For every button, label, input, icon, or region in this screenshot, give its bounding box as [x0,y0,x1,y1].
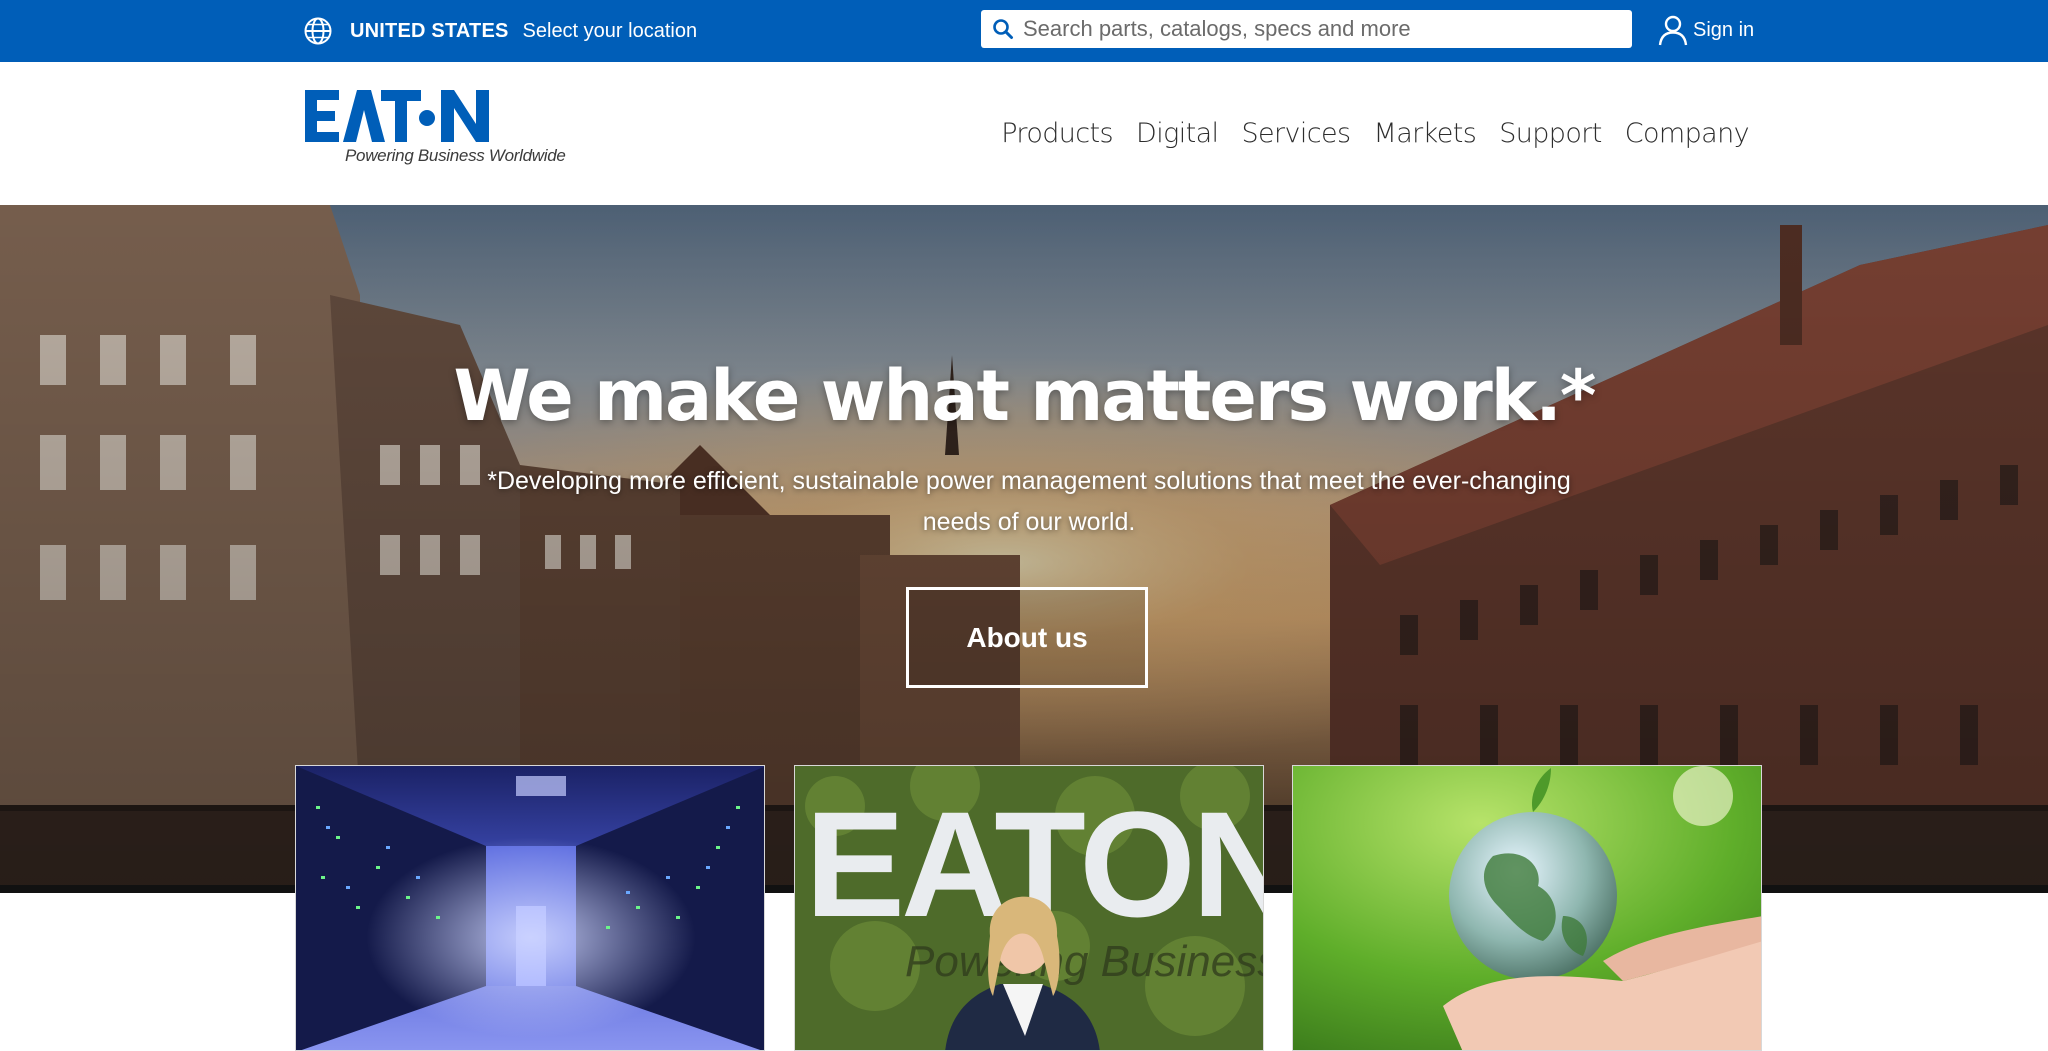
nav-products[interactable]: Products [1001,118,1113,149]
main-header: Powering Business Worldwide Products Dig… [0,62,2048,205]
feature-card-sustainability[interactable] [1292,765,1762,1051]
hero-subtitle: *Developing more efficient, sustainable … [487,467,1571,536]
data-center-image [296,766,764,1050]
nav-markets[interactable]: Markets [1374,118,1477,149]
feature-card-eaton-people[interactable]: EATON Powering Business [794,765,1264,1051]
top-utility-bar: UNITED STATES Select your location Sign … [0,0,2048,62]
select-location-link[interactable]: Select your location [523,20,698,43]
nav-company[interactable]: Company [1625,118,1750,149]
sign-in-label: Sign in [1693,18,1755,41]
primary-nav: Products Digital Services Markets Suppor… [978,118,1749,149]
about-us-button[interactable]: About us [906,587,1148,688]
globe-in-hands-image [1293,766,1761,1050]
user-icon [1658,15,1688,46]
wall-tagline-text: Powering Business [905,937,1264,986]
eaton-wordmark [305,90,489,142]
eaton-wall-portrait-image: EATON Powering Business [795,766,1264,1050]
sign-in-button[interactable]: Sign in [1657,12,1754,48]
eaton-logo[interactable]: Powering Business Worldwide [305,88,566,178]
nav-services[interactable]: Services [1241,118,1351,149]
search-input[interactable] [1023,16,1632,42]
search-box[interactable] [981,10,1632,48]
current-country[interactable]: UNITED STATES [350,20,509,43]
globe-icon [304,17,332,45]
nav-digital[interactable]: Digital [1136,118,1219,149]
nav-support[interactable]: Support [1499,118,1602,149]
search-icon[interactable] [991,17,1015,41]
location-selector[interactable]: UNITED STATES Select your location [303,14,697,48]
hero-title: We make what matters work.* [453,355,1597,437]
feature-card-data-center[interactable] [295,765,765,1051]
logo-tagline: Powering Business Worldwide [345,146,566,165]
